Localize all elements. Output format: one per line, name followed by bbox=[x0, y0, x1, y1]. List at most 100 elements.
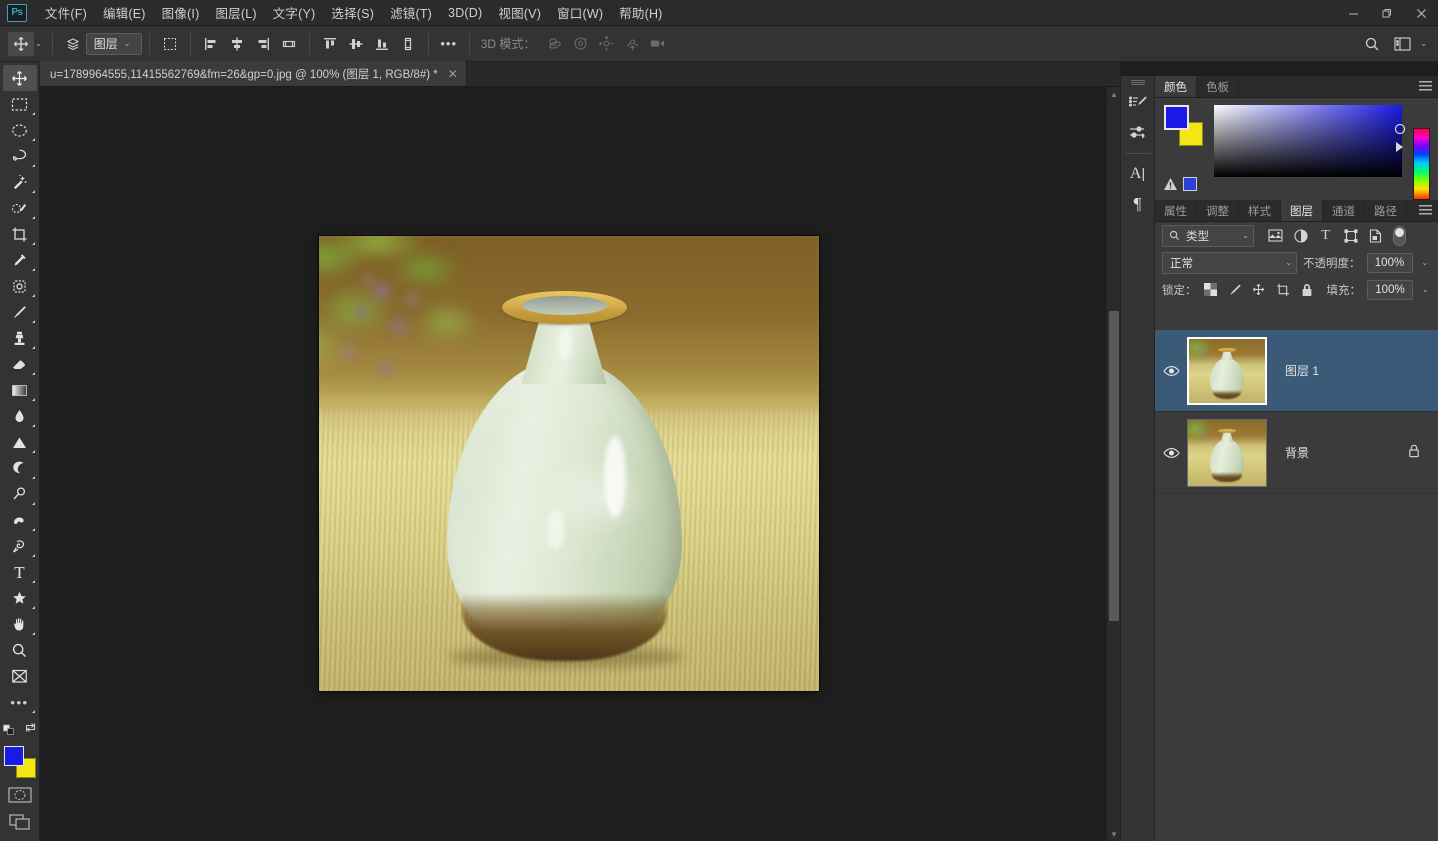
color-swatches[interactable] bbox=[4, 746, 36, 778]
gamut-proxy-swatch[interactable] bbox=[1183, 177, 1197, 191]
tab-swatches[interactable]: 色板 bbox=[1197, 76, 1239, 97]
hand-tool[interactable] bbox=[3, 611, 37, 637]
brush-presets-icon[interactable] bbox=[1123, 88, 1153, 118]
crop-tool[interactable] bbox=[3, 221, 37, 247]
filter-shape-icon[interactable] bbox=[1341, 226, 1360, 245]
align-top-icon[interactable] bbox=[317, 32, 343, 56]
blur-tool[interactable] bbox=[3, 403, 37, 429]
align-right-icon[interactable] bbox=[250, 32, 276, 56]
tab-adjustments[interactable]: 调整 bbox=[1197, 200, 1239, 221]
filter-enable-toggle[interactable] bbox=[1393, 226, 1406, 246]
minimize-button[interactable] bbox=[1336, 0, 1370, 26]
canvas-vertical-scrollbar[interactable]: ▲ ▼ bbox=[1106, 87, 1120, 841]
workspace-chevron-icon[interactable]: ⌄ bbox=[1420, 39, 1427, 48]
menu-view[interactable]: 视图(V) bbox=[490, 0, 549, 26]
magic-wand-tool[interactable] bbox=[3, 169, 37, 195]
eyedropper-tool[interactable] bbox=[3, 247, 37, 273]
tab-channels[interactable]: 通道 bbox=[1323, 200, 1365, 221]
smudge-tool[interactable] bbox=[3, 507, 37, 533]
quick-selection-tool[interactable] bbox=[3, 195, 37, 221]
tab-styles[interactable]: 样式 bbox=[1239, 200, 1281, 221]
fill-chevron-icon[interactable]: ⌄ bbox=[1422, 285, 1429, 294]
camera-3d-icon[interactable] bbox=[645, 32, 671, 56]
screen-mode-icon[interactable] bbox=[9, 814, 31, 835]
tab-paths[interactable]: 路径 bbox=[1365, 200, 1407, 221]
paragraph-panel-icon[interactable]: ¶ bbox=[1123, 189, 1153, 219]
frame-tool[interactable] bbox=[3, 663, 37, 689]
align-left-icon[interactable] bbox=[198, 32, 224, 56]
menu-3d[interactable]: 3D(D) bbox=[440, 2, 490, 24]
orbit-3d-icon[interactable] bbox=[541, 32, 567, 56]
layer-thumbnail[interactable] bbox=[1187, 337, 1267, 405]
maximize-button[interactable] bbox=[1370, 0, 1404, 26]
menu-image[interactable]: 图像(I) bbox=[154, 0, 208, 26]
lock-transparency-icon[interactable] bbox=[1203, 282, 1219, 298]
scroll-thumb[interactable] bbox=[1109, 311, 1119, 621]
default-colors-icon[interactable] bbox=[3, 721, 17, 740]
lock-position-icon[interactable] bbox=[1251, 282, 1267, 298]
auto-select-dropdown[interactable]: 图层 ⌄ bbox=[86, 33, 142, 55]
layer-name[interactable]: 背景 bbox=[1285, 444, 1309, 461]
lock-image-icon[interactable] bbox=[1227, 282, 1243, 298]
path-selection-tool[interactable] bbox=[3, 585, 37, 611]
zoom-tool[interactable] bbox=[3, 637, 37, 663]
eraser-tool[interactable] bbox=[3, 351, 37, 377]
swap-colors-icon[interactable] bbox=[24, 721, 37, 740]
menu-window[interactable]: 窗口(W) bbox=[549, 0, 611, 26]
clone-stamp-tool[interactable] bbox=[3, 325, 37, 351]
auto-select-stack-icon[interactable] bbox=[60, 32, 86, 56]
panel-menu-icon[interactable] bbox=[1419, 205, 1432, 216]
filter-type-icon[interactable]: T bbox=[1316, 226, 1335, 245]
distribute-vertical-icon[interactable] bbox=[395, 32, 421, 56]
layer-thumbnail[interactable] bbox=[1187, 419, 1267, 487]
move-tool[interactable] bbox=[3, 65, 37, 91]
quick-mask-icon[interactable] bbox=[8, 787, 32, 808]
tab-layers[interactable]: 图层 bbox=[1281, 200, 1323, 221]
close-button[interactable] bbox=[1404, 0, 1438, 26]
distribute-horizontal-icon[interactable] bbox=[276, 32, 302, 56]
layer-row[interactable]: 背景 bbox=[1155, 412, 1438, 494]
eye-visible-icon[interactable] bbox=[1155, 330, 1187, 412]
blend-mode-dropdown[interactable]: 正常 ⌄ bbox=[1162, 252, 1297, 274]
brush-settings-icon[interactable] bbox=[1123, 118, 1153, 148]
dock-grip[interactable] bbox=[1131, 80, 1145, 85]
menu-layer[interactable]: 图层(L) bbox=[207, 0, 264, 26]
scroll-down-arrow[interactable]: ▼ bbox=[1107, 827, 1121, 841]
roll-3d-icon[interactable] bbox=[567, 32, 593, 56]
more-options-button[interactable]: ••• bbox=[436, 32, 462, 56]
color-foreground-swatch[interactable] bbox=[1164, 105, 1189, 130]
layer-filter-type-dropdown[interactable]: 类型 ⌄ bbox=[1162, 225, 1254, 247]
menu-type[interactable]: 文字(Y) bbox=[265, 0, 324, 26]
artboard[interactable] bbox=[319, 236, 819, 691]
opacity-value-field[interactable]: 100% bbox=[1367, 253, 1413, 273]
tab-properties[interactable]: 属性 bbox=[1155, 200, 1197, 221]
menu-filter[interactable]: 滤镜(T) bbox=[382, 0, 440, 26]
opacity-chevron-icon[interactable]: ⌄ bbox=[1422, 258, 1429, 267]
align-center-horizontal-icon[interactable] bbox=[224, 32, 250, 56]
foreground-color-swatch[interactable] bbox=[4, 746, 24, 766]
type-tool[interactable]: T bbox=[3, 559, 37, 585]
workspace-switcher-icon[interactable] bbox=[1389, 32, 1415, 56]
move-tool-icon[interactable] bbox=[8, 32, 34, 56]
menu-help[interactable]: 帮助(H) bbox=[611, 0, 670, 26]
eye-visible-icon[interactable] bbox=[1155, 412, 1187, 494]
filter-smart-object-icon[interactable] bbox=[1366, 226, 1385, 245]
dodge-tool[interactable] bbox=[3, 429, 37, 455]
layer-row[interactable]: 图层 1 bbox=[1155, 330, 1438, 412]
spot-healing-brush-tool[interactable] bbox=[3, 273, 37, 299]
tool-preset-chevron-icon[interactable]: ⌄ bbox=[35, 39, 42, 48]
document-tab[interactable]: u=1789964555,11415562769&fm=26&gp=0.jpg … bbox=[40, 61, 467, 86]
close-icon[interactable]: ✕ bbox=[448, 68, 458, 80]
menu-edit[interactable]: 编辑(E) bbox=[95, 0, 154, 26]
hue-strip[interactable] bbox=[1413, 128, 1430, 200]
elliptical-marquee-tool[interactable] bbox=[3, 117, 37, 143]
layer-name[interactable]: 图层 1 bbox=[1285, 362, 1319, 379]
color-panel-swatches[interactable] bbox=[1163, 105, 1205, 151]
align-center-vertical-icon[interactable] bbox=[343, 32, 369, 56]
rectangular-marquee-tool[interactable] bbox=[3, 91, 37, 117]
gradient-tool[interactable] bbox=[3, 377, 37, 403]
lasso-tool[interactable] bbox=[3, 143, 37, 169]
pan-3d-icon[interactable] bbox=[593, 32, 619, 56]
slide-3d-icon[interactable] bbox=[619, 32, 645, 56]
transform-controls-icon[interactable] bbox=[157, 32, 183, 56]
